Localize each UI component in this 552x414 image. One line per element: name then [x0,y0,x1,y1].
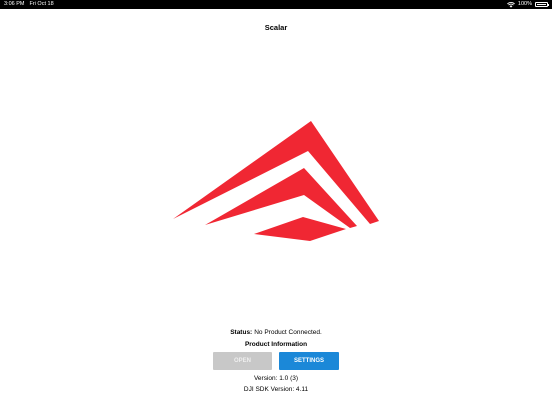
open-button[interactable]: OPEN [213,352,272,370]
app-version: Version: 1.0 (3) [253,375,299,382]
sdk-version: DJI SDK Version: 4.11 [243,386,309,393]
product-info-heading: Product Information [244,341,308,348]
settings-button[interactable]: SETTINGS [279,352,339,370]
status-value: No Product Connected. [254,329,322,336]
status-label: Status: [230,329,253,336]
app-logo [173,121,379,241]
status-line: Status: No Product Connected. [0,329,552,336]
